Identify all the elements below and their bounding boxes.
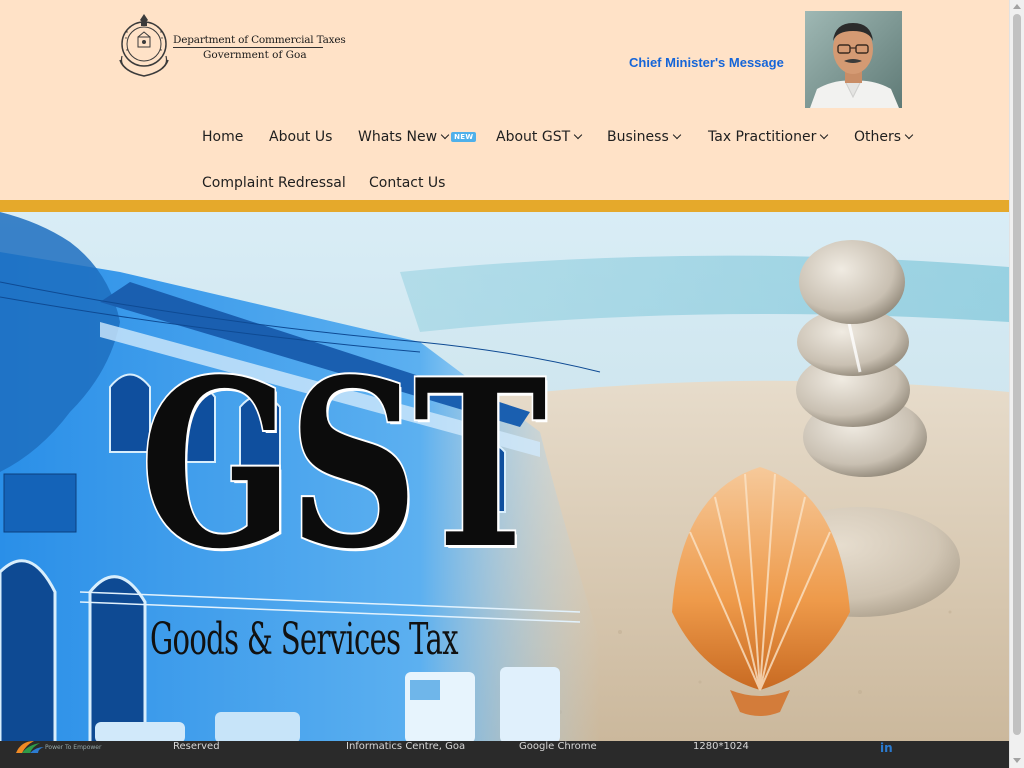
- page: Department of Commercial Taxes Governmen…: [0, 0, 1009, 768]
- site-header: Department of Commercial Taxes Governmen…: [0, 0, 1009, 200]
- linkedin-icon[interactable]: in: [880, 741, 893, 755]
- chevron-down-icon: [672, 130, 681, 140]
- chevron-down-icon: [440, 130, 450, 140]
- footer-resolution: 1280*1024: [693, 741, 749, 752]
- nav-about-us[interactable]: About Us: [269, 129, 332, 145]
- govt-name: Government of Goa: [203, 49, 307, 61]
- footer-reserved: Reserved: [173, 741, 220, 752]
- nav-contact-us-label: Contact Us: [369, 175, 446, 191]
- chief-minister-photo[interactable]: [805, 11, 902, 108]
- nav-complaint-redressal-label: Complaint Redressal: [202, 175, 346, 191]
- nav-about-us-label: About Us: [269, 129, 333, 145]
- nav-about-gst[interactable]: About GST: [496, 129, 583, 145]
- new-badge: NEW: [451, 132, 477, 142]
- scrollbar-thumb[interactable]: [1013, 14, 1021, 735]
- dept-name: Department of Commercial Taxes: [173, 34, 346, 46]
- footer-browser: Google Chrome: [519, 741, 597, 752]
- nav-home[interactable]: Home: [202, 129, 243, 145]
- chevron-down-icon: [820, 130, 829, 140]
- gst-subheading: Goods & Services Tax: [150, 614, 458, 665]
- goa-emblem-icon: [119, 14, 169, 77]
- nav-home-label: Home: [202, 129, 244, 145]
- accent-bar: [0, 200, 1009, 212]
- scroll-up-arrow-icon[interactable]: [1013, 4, 1021, 9]
- footer-tagline: Power To Empower: [45, 744, 102, 751]
- vertical-scrollbar[interactable]: [1009, 0, 1024, 768]
- gst-heading: GST: [138, 330, 548, 600]
- nav-whats-new-label: Whats New: [358, 129, 438, 145]
- nav-about-gst-label: About GST: [496, 129, 571, 145]
- nav-tax-practitioner-label: Tax Practitioner: [708, 129, 817, 145]
- chevron-down-icon: [573, 130, 583, 140]
- nav-business-label: Business: [607, 129, 669, 145]
- chevron-down-icon: [904, 130, 914, 140]
- cm-message-link[interactable]: Chief Minister's Message: [629, 55, 784, 70]
- footer-nic: Informatics Centre, Goa: [346, 741, 466, 752]
- cm-portrait-image: [805, 11, 902, 108]
- site-footer: Power To Empower Reserved Informatics Ce…: [0, 741, 1009, 768]
- nav-others-label: Others: [854, 129, 902, 145]
- dept-logo-link[interactable]: Department of Commercial Taxes Governmen…: [116, 10, 346, 82]
- nav-whats-new[interactable]: Whats New NEW: [358, 129, 477, 145]
- nav-complaint-redressal[interactable]: Complaint Redressal: [202, 175, 346, 191]
- logo-divider: [173, 47, 323, 48]
- nav-business[interactable]: Business: [607, 129, 681, 145]
- nav-contact-us[interactable]: Contact Us: [369, 175, 445, 191]
- nav-others[interactable]: Others: [854, 129, 914, 145]
- nav-tax-practitioner[interactable]: Tax Practitioner: [708, 129, 829, 145]
- scroll-down-arrow-icon[interactable]: [1013, 758, 1021, 763]
